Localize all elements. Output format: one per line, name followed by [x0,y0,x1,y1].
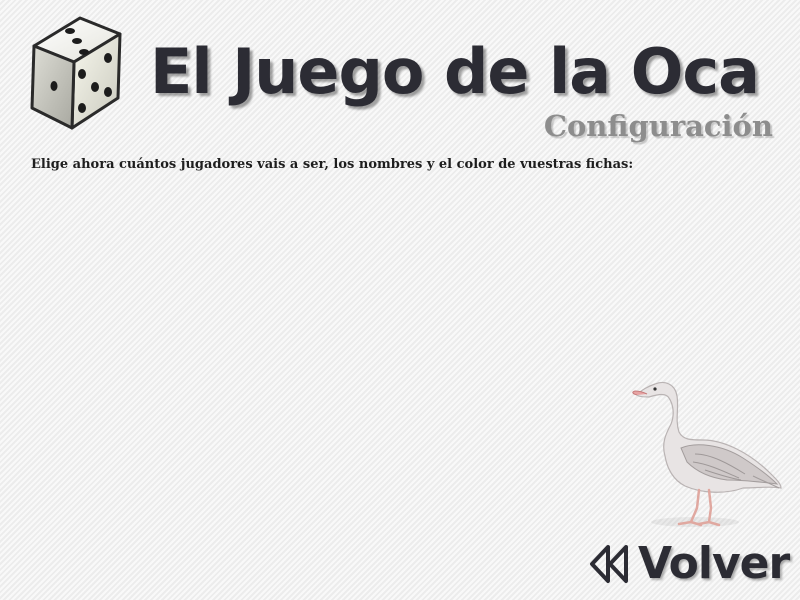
game-title: El Juego de la Oca [150,35,760,108]
back-label: Volver [638,538,790,589]
rewind-icon [590,545,628,583]
page-subtitle: Configuración [543,109,773,143]
goose-illustration [632,381,782,527]
dice-icon [30,16,122,130]
instructions-text: Elige ahora cuántos jugadores vais a ser… [31,157,634,172]
back-button[interactable]: Volver [588,536,790,592]
player-config-area [31,184,591,514]
